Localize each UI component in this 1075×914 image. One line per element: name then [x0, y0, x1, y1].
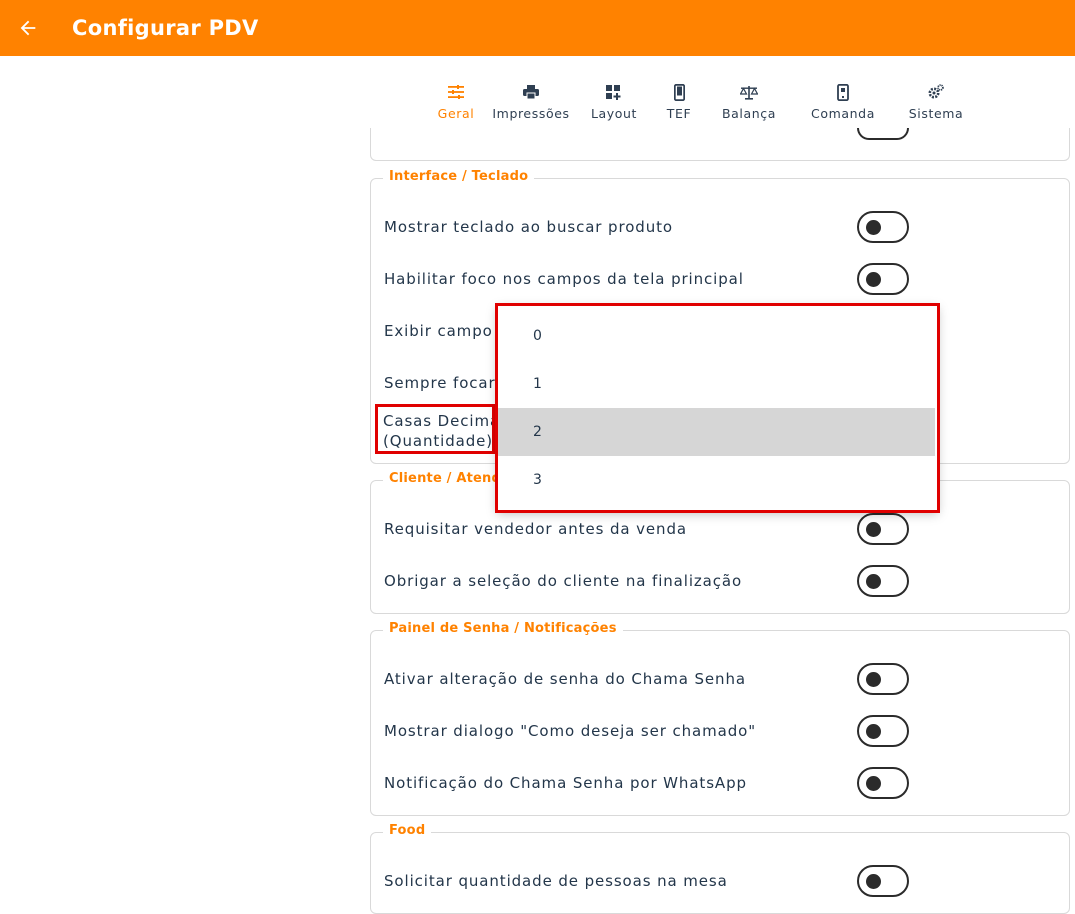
tab-label: Layout — [590, 106, 638, 121]
setting-label: Mostrar teclado ao buscar produto — [384, 218, 673, 236]
setting-label: Exibir campo d — [384, 322, 509, 340]
dropdown-option-1[interactable]: 1 — [497, 360, 935, 408]
tab-label: Sistema — [908, 106, 964, 121]
dashboard-add-icon — [606, 82, 622, 102]
highlight-box-label — [375, 404, 495, 454]
toggle-switch[interactable] — [857, 211, 909, 243]
setting-label: Notificação do Chama Senha por WhatsApp — [384, 774, 747, 792]
dropdown-option-label: 2 — [533, 424, 542, 440]
setting-row: Ativar alteração de senha do Chama Senha — [384, 659, 1044, 699]
toggle-knob — [866, 574, 881, 589]
decimal-places-dropdown: 0 1 2 3 — [497, 305, 938, 511]
tab-label: TEF — [666, 106, 692, 121]
setting-label: Ativar alteração de senha do Chama Senha — [384, 670, 746, 688]
sliders-icon — [448, 82, 464, 102]
scale-icon — [740, 82, 758, 102]
dropdown-option-label: 0 — [533, 328, 542, 344]
setting-label: Habilitar foco nos campos da tela princi… — [384, 270, 744, 288]
setting-label: Mostrar dialogo "Como deseja ser chamado… — [384, 722, 757, 740]
printer-icon — [523, 82, 539, 102]
dropdown-option-0[interactable]: 0 — [497, 312, 935, 360]
section-legend: Food — [383, 823, 432, 838]
setting-row: Requisitar vendedor antes da venda — [384, 509, 1044, 549]
tab-label: Balança — [721, 106, 777, 121]
phone-icon — [673, 82, 685, 102]
dropdown-option-3[interactable]: 3 — [497, 456, 935, 504]
toggle-switch[interactable] — [857, 513, 909, 545]
section-food: Food Solicitar quantidade de pessoas na … — [370, 823, 1070, 914]
tab-label: Geral — [437, 106, 475, 121]
toggle-switch[interactable] — [857, 865, 909, 897]
setting-label: Obrigar a seleção do cliente na finaliza… — [384, 572, 743, 590]
toggle-switch[interactable] — [857, 565, 909, 597]
toggle-switch[interactable] — [857, 715, 909, 747]
dropdown-option-label: 1 — [533, 376, 542, 392]
arrow-left-icon — [20, 20, 36, 36]
section-legend: Painel de Senha / Notificações — [383, 621, 623, 636]
dropdown-option-2[interactable]: 2 — [497, 408, 935, 456]
back-button[interactable] — [14, 14, 42, 42]
partial-toggle[interactable] — [857, 128, 909, 140]
setting-row: Obrigar a seleção do cliente na finaliza… — [384, 561, 1044, 601]
tab-label: Comanda — [811, 106, 875, 121]
phone-lock-icon — [837, 82, 849, 102]
previous-section — [370, 128, 1070, 161]
dropdown-option-label: 3 — [533, 472, 542, 488]
setting-label: Sempre focar — [384, 374, 496, 392]
setting-row: Solicitar quantidade de pessoas na mesa — [384, 861, 1044, 901]
gears-icon — [928, 82, 944, 102]
page-title: Configurar PDV — [72, 16, 259, 40]
setting-row: Notificação do Chama Senha por WhatsApp — [384, 763, 1044, 803]
app-bar: Configurar PDV — [0, 0, 1075, 56]
setting-row: Habilitar foco nos campos da tela princi… — [384, 259, 1044, 299]
setting-label: Solicitar quantidade de pessoas na mesa — [384, 872, 728, 890]
toggle-knob — [866, 672, 881, 687]
section-painel-senha: Painel de Senha / Notificações Ativar al… — [370, 621, 1070, 816]
toggle-knob — [866, 522, 881, 537]
toggle-knob — [866, 776, 881, 791]
setting-label: Requisitar vendedor antes da venda — [384, 520, 687, 538]
setting-row: Mostrar dialogo "Como deseja ser chamado… — [384, 711, 1044, 751]
toggle-switch[interactable] — [857, 263, 909, 295]
tab-label: Impressões — [492, 106, 570, 121]
setting-row: Mostrar teclado ao buscar produto — [384, 207, 1044, 247]
toggle-switch[interactable] — [857, 767, 909, 799]
toggle-switch[interactable] — [857, 663, 909, 695]
toggle-knob — [866, 272, 881, 287]
section-legend: Interface / Teclado — [383, 169, 535, 184]
toggle-knob — [866, 724, 881, 739]
toggle-knob — [866, 874, 881, 889]
toggle-knob — [866, 220, 881, 235]
